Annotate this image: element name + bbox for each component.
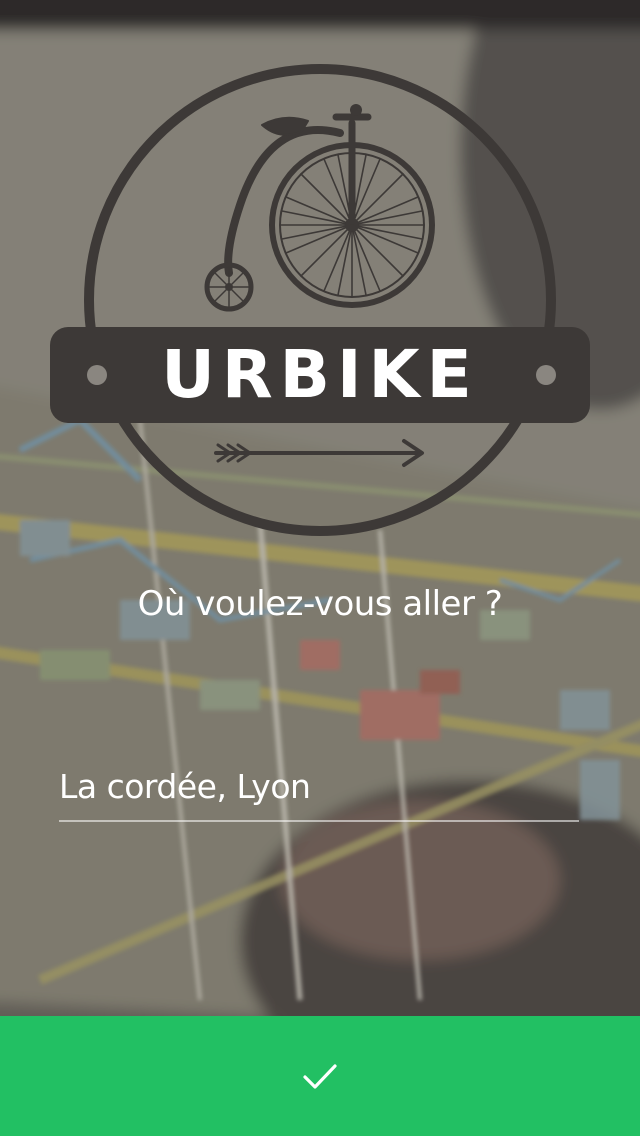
logo-wordmark: URBIKE <box>161 336 479 413</box>
destination-question: Où voulez-vous aller ? <box>137 584 503 624</box>
arrow-icon <box>214 439 424 467</box>
destination-input[interactable] <box>59 762 579 822</box>
confirm-button[interactable] <box>0 1016 640 1136</box>
urbike-logo: URBIKE <box>40 55 600 545</box>
checkmark-icon <box>303 1064 337 1089</box>
penny-farthing-icon <box>204 104 435 312</box>
